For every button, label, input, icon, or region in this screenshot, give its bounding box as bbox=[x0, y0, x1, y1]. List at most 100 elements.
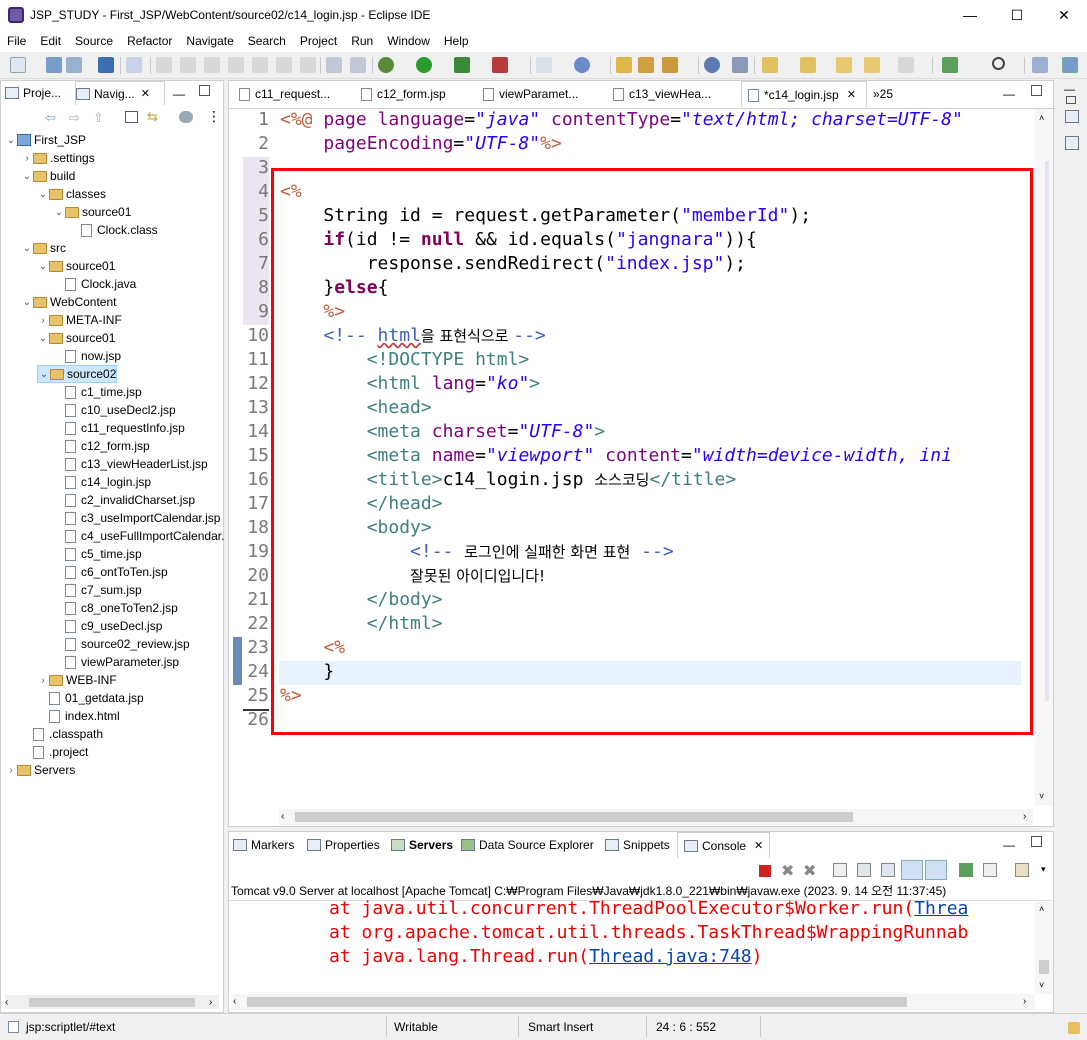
expand-toggle-icon[interactable]: ⌄ bbox=[21, 171, 33, 182]
tree-item[interactable]: c10_useDecl2.jsp bbox=[53, 401, 176, 419]
expand-toggle-icon[interactable]: ⌄ bbox=[38, 369, 50, 380]
tree-item[interactable]: ⌄ source01 bbox=[37, 257, 116, 275]
tree-item[interactable]: ⌄ source02 bbox=[37, 365, 118, 383]
tree-item[interactable]: c6_ontToTen.jsp bbox=[53, 563, 168, 581]
step-over-icon[interactable] bbox=[276, 57, 292, 73]
tree-item[interactable]: › WEB-INF bbox=[37, 671, 116, 689]
expand-toggle-icon[interactable]: ⌄ bbox=[5, 135, 17, 146]
stack-trace-link[interactable]: Thread.java:748 bbox=[589, 946, 752, 967]
tree-item[interactable]: c3_useImportCalendar.jsp bbox=[53, 509, 220, 527]
scrollbar-thumb[interactable] bbox=[29, 998, 195, 1007]
forward-icon[interactable] bbox=[898, 57, 914, 73]
new-server-icon[interactable] bbox=[536, 57, 552, 73]
scrollbar-thumb[interactable] bbox=[1039, 960, 1049, 974]
tab-c13-view-header[interactable]: c13_viewHea... bbox=[607, 81, 737, 107]
tab-properties[interactable]: Properties bbox=[307, 832, 380, 858]
close-button[interactable]: ✕ bbox=[1041, 0, 1087, 30]
minimize-button[interactable]: — bbox=[947, 0, 993, 30]
console-horizontal-scrollbar[interactable]: ‹ › bbox=[231, 994, 1035, 1010]
toggle-view-icon[interactable] bbox=[326, 57, 342, 73]
view-menu-icon[interactable]: ⋮ bbox=[207, 108, 221, 125]
menu-navigate[interactable]: Navigate bbox=[179, 34, 240, 48]
maximize-panel-icon[interactable] bbox=[1031, 836, 1042, 847]
menu-edit[interactable]: Edit bbox=[33, 34, 68, 48]
tree-item[interactable]: index.html bbox=[37, 707, 120, 725]
show-on-stderr-icon[interactable] bbox=[925, 860, 947, 880]
expand-toggle-icon[interactable]: › bbox=[21, 153, 33, 164]
tree-item[interactable]: now.jsp bbox=[53, 347, 121, 365]
terminate-icon[interactable] bbox=[759, 865, 771, 877]
expand-toggle-icon[interactable]: ⌄ bbox=[37, 189, 49, 200]
menu-run[interactable]: Run bbox=[344, 34, 380, 48]
forward-nav-icon[interactable]: ⇨ bbox=[69, 110, 80, 126]
editor-horizontal-scrollbar[interactable]: ‹ › bbox=[279, 809, 1033, 825]
tree-item[interactable]: ⌄ source01 bbox=[37, 329, 116, 347]
save-all-icon[interactable] bbox=[66, 57, 82, 73]
tab-c14-login[interactable]: *c14_login.jsp ✕ bbox=[741, 81, 867, 107]
restore-icon[interactable]: — bbox=[1064, 84, 1075, 96]
scrollbar-thumb[interactable] bbox=[247, 997, 907, 1007]
tree-item[interactable]: Clock.class bbox=[69, 221, 158, 239]
tree-item[interactable]: Clock.java bbox=[53, 275, 136, 293]
expand-toggle-icon[interactable]: › bbox=[37, 675, 49, 686]
step-return-icon[interactable] bbox=[300, 57, 316, 73]
filter-icon[interactable] bbox=[179, 111, 193, 123]
debug-icon[interactable] bbox=[378, 57, 394, 73]
scroll-lock-icon[interactable] bbox=[857, 863, 871, 877]
tab-view-parameter[interactable]: viewParamet... bbox=[477, 81, 599, 107]
editor-vertical-scrollbar[interactable]: ˄ ˅ bbox=[1035, 109, 1053, 805]
search-tools-icon[interactable] bbox=[662, 57, 678, 73]
back-icon[interactable] bbox=[836, 57, 852, 73]
tree-item[interactable]: c1_time.jsp bbox=[53, 383, 142, 401]
expand-toggle-icon[interactable]: › bbox=[37, 315, 49, 326]
open-perspective-icon[interactable] bbox=[1032, 57, 1048, 73]
back-arrow-icon[interactable] bbox=[864, 57, 880, 73]
show-on-stdout-icon[interactable] bbox=[901, 860, 923, 880]
scrollbar-thumb[interactable] bbox=[295, 812, 853, 822]
pin-editor-icon[interactable] bbox=[942, 57, 958, 73]
tree-item[interactable]: 01_getdata.jsp bbox=[37, 689, 144, 707]
clear-console-icon[interactable] bbox=[833, 863, 847, 877]
tree-item[interactable]: c11_requestInfo.jsp bbox=[53, 419, 185, 437]
menu-search[interactable]: Search bbox=[241, 34, 293, 48]
prev-annotation-icon[interactable] bbox=[800, 57, 816, 73]
web-browser-icon[interactable] bbox=[350, 57, 366, 73]
open-type-icon[interactable] bbox=[616, 57, 632, 73]
tree-item[interactable]: c4_useFullImportCalendar. bbox=[53, 527, 224, 545]
tree-item[interactable]: ⌄ WebContent bbox=[21, 293, 117, 311]
outline-icon[interactable] bbox=[1065, 110, 1079, 123]
menu-refactor[interactable]: Refactor bbox=[120, 34, 179, 48]
expand-toggle-icon[interactable]: ⌄ bbox=[53, 207, 65, 218]
run-external-icon[interactable] bbox=[454, 57, 470, 73]
display-console-icon[interactable] bbox=[983, 863, 997, 877]
console-icon[interactable] bbox=[98, 57, 114, 73]
tree-item[interactable]: c12_form.jsp bbox=[53, 437, 150, 455]
back-nav-icon[interactable]: ⇦ bbox=[45, 110, 56, 126]
disconnect-icon[interactable] bbox=[228, 57, 244, 73]
tree-item[interactable]: c7_sum.jsp bbox=[53, 581, 142, 599]
tab-snippets[interactable]: Snippets bbox=[605, 832, 670, 858]
maximize-view-icon[interactable] bbox=[199, 85, 210, 96]
tree-item[interactable]: ⌄ build bbox=[21, 167, 76, 185]
close-icon[interactable]: ✕ bbox=[847, 88, 856, 101]
tree-item[interactable]: ⌄ classes bbox=[37, 185, 106, 203]
new-icon[interactable] bbox=[10, 57, 26, 73]
tab-c11-request[interactable]: c11_request... bbox=[233, 81, 351, 107]
notification-icon[interactable] bbox=[1068, 1022, 1080, 1034]
skip-breakpoints-icon[interactable] bbox=[126, 57, 142, 73]
word-wrap-icon[interactable] bbox=[881, 863, 895, 877]
tree-item[interactable]: c2_invalidCharset.jsp bbox=[53, 491, 195, 509]
resume-icon[interactable] bbox=[156, 57, 172, 73]
tab-console[interactable]: Console ✕ bbox=[677, 832, 771, 858]
tab-servers[interactable]: Servers bbox=[391, 832, 453, 858]
expand-toggle-icon[interactable]: ⌄ bbox=[21, 243, 33, 254]
minimize-editor-icon[interactable]: — bbox=[1003, 87, 1015, 101]
task-list-icon[interactable] bbox=[1065, 136, 1079, 150]
maximize-button[interactable]: ☐ bbox=[994, 0, 1040, 30]
tree-item[interactable]: source02_review.jsp bbox=[53, 635, 190, 653]
tree-item[interactable]: c9_useDecl.jsp bbox=[53, 617, 162, 635]
menu-project[interactable]: Project bbox=[293, 34, 344, 48]
tab-navigator[interactable]: Navig... ✕ bbox=[75, 81, 165, 105]
step-into-icon[interactable] bbox=[252, 57, 268, 73]
tree-item[interactable]: ⌄ src bbox=[21, 239, 66, 257]
